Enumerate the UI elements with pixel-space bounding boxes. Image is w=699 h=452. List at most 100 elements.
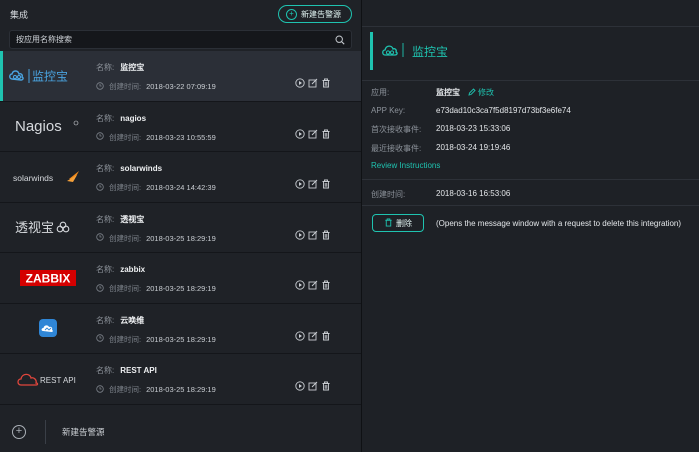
svg-text:solarwinds: solarwinds <box>13 173 53 183</box>
clock-icon <box>96 233 104 243</box>
footer-divider <box>45 419 46 444</box>
clock-icon <box>96 132 104 142</box>
app-key-value: e73dad10c3ca7f5d8197d73bf3e6fe74 <box>436 106 571 115</box>
edit-icon[interactable] <box>308 129 318 139</box>
list-item[interactable]: REST API 名称: REST API 创建时间: 2018-03-25 18… <box>0 354 361 405</box>
created-time-value: 2018-03-25 18:29:19 <box>146 385 216 394</box>
name-label: 名称: <box>96 164 115 173</box>
name-label: 名称: <box>96 63 115 72</box>
integration-list-panel: 集成 + 新建告警源 监控宝 <box>0 0 362 452</box>
row-actions <box>295 229 331 240</box>
brand-accent-bar <box>370 32 373 70</box>
created-label: 创建时间: <box>371 190 406 199</box>
created-time-label: 创建时间: <box>109 334 142 344</box>
nagios-logo: Nagios <box>0 102 96 152</box>
review-instructions-link[interactable]: Review Instructions <box>371 161 440 170</box>
first-event-row: 首次接收事件: 2018-03-23 15:33:06 <box>371 124 510 135</box>
rest-api-logo: REST API <box>0 354 96 404</box>
trash-icon[interactable] <box>321 280 331 290</box>
item-name: nagios <box>120 113 147 123</box>
jiankongbao-logo: 监控宝 <box>0 51 96 101</box>
created-row: 创建时间: 2018-03-16 16:53:06 <box>371 189 510 200</box>
integration-list: 监控宝 名称: 监控宝 创建时间: 2018-03-22 07:09:19 Na… <box>0 51 361 405</box>
edit-icon[interactable] <box>308 331 318 341</box>
edit-icon[interactable] <box>308 280 318 290</box>
svg-text:ZABBIX: ZABBIX <box>26 271 71 285</box>
brand-name: 监控宝 <box>412 44 449 59</box>
list-header: 集成 + 新建告警源 <box>0 0 361 28</box>
play-circle-icon[interactable] <box>295 280 305 290</box>
first-event-value: 2018-03-23 15:33:06 <box>436 124 511 133</box>
cloud-logo-icon <box>381 42 409 61</box>
item-name: 监控宝 <box>120 63 145 72</box>
trash-icon[interactable] <box>321 129 331 139</box>
solarwinds-logo: solarwinds <box>0 152 96 202</box>
integration-detail-panel: 监控宝 应用: 监控宝 修改 APP Key: e73dad10c3ca7f5d… <box>362 0 699 452</box>
search-icon[interactable] <box>335 34 345 45</box>
yunhuanwei-logo <box>0 304 96 354</box>
app-value: 监控宝 <box>436 88 460 97</box>
app-root: 集成 + 新建告警源 监控宝 <box>0 0 699 452</box>
created-time-label: 创建时间: <box>109 284 142 293</box>
search-input[interactable] <box>16 35 316 44</box>
edit-icon[interactable] <box>308 179 318 189</box>
last-event-row: 最近接收事件: 2018-03-24 19:19:46 <box>371 143 510 154</box>
new-alert-source-button[interactable]: + 新建告警源 <box>278 5 352 23</box>
play-circle-icon[interactable] <box>295 128 305 139</box>
svg-text:Nagios: Nagios <box>15 118 62 135</box>
created-time-label: 创建时间: <box>109 82 142 91</box>
app-label: 应用: <box>371 88 390 97</box>
delete-label: 删除 <box>396 218 412 228</box>
name-label: 名称: <box>96 214 115 224</box>
svg-text:REST API: REST API <box>40 376 76 385</box>
name-label: 名称: <box>96 113 115 123</box>
play-circle-icon[interactable] <box>295 330 305 341</box>
created-time-value: 2018-03-24 14:42:39 <box>146 183 216 192</box>
play-circle-icon[interactable] <box>295 229 305 240</box>
play-circle-icon[interactable] <box>295 78 305 88</box>
name-label: 名称: <box>96 265 115 274</box>
created-time-label: 创建时间: <box>109 385 142 394</box>
play-circle-icon[interactable] <box>295 179 305 189</box>
last-event-value: 2018-03-24 19:19:46 <box>436 143 511 152</box>
trash-icon[interactable] <box>321 78 331 88</box>
trash-icon[interactable] <box>321 381 331 391</box>
clock-icon <box>96 81 104 92</box>
play-circle-icon[interactable] <box>295 381 305 391</box>
created-time-value: 2018-03-22 07:09:19 <box>146 82 216 91</box>
plus-circle-icon: + <box>286 8 297 20</box>
row-actions <box>295 381 331 391</box>
edit-icon[interactable] <box>308 381 318 391</box>
clock-icon <box>96 384 104 395</box>
section-divider <box>362 80 699 81</box>
created-time-value: 2018-03-23 10:55:59 <box>146 132 216 142</box>
trash-icon[interactable] <box>321 179 331 189</box>
add-circle-icon[interactable]: + <box>12 424 26 439</box>
list-item[interactable]: Nagios 名称: nagios 创建时间: 2018-03-23 10:55:… <box>0 102 361 152</box>
list-item[interactable]: solarwinds 名称: solarwinds 创建时间: 2018-03-2… <box>0 152 361 203</box>
created-time-label: 创建时间: <box>109 132 142 142</box>
new-alert-source-link[interactable]: 新建告警源 <box>62 426 105 438</box>
row-actions <box>295 179 331 189</box>
clock-icon <box>96 283 104 294</box>
delete-button[interactable]: 删除 <box>372 214 424 232</box>
edit-label: 修改 <box>478 88 494 97</box>
list-item[interactable]: ZABBIX 名称: zabbix 创建时间: 2018-03-25 18:29:… <box>0 253 361 304</box>
edit-link[interactable]: 修改 <box>468 87 494 98</box>
list-item[interactable]: 监控宝 名称: 监控宝 创建时间: 2018-03-22 07:09:19 <box>0 51 361 102</box>
trash-icon[interactable] <box>321 230 331 240</box>
last-event-label: 最近接收事件: <box>371 144 422 153</box>
created-time-value: 2018-03-25 18:29:19 <box>146 233 216 243</box>
edit-icon[interactable] <box>308 78 318 88</box>
created-time-label: 创建时间: <box>109 183 142 192</box>
detail-brand: 监控宝 <box>370 32 448 70</box>
trash-icon[interactable] <box>321 331 331 341</box>
app-row: 应用: 监控宝 修改 <box>371 87 494 98</box>
list-item[interactable]: 名称: 云唤维 创建时间: 2018-03-25 18:29:19 <box>0 304 361 354</box>
item-name: zabbix <box>120 265 146 274</box>
edit-icon[interactable] <box>308 230 318 240</box>
list-item[interactable]: 透视宝 名称: 透视宝 创建时间: 2018-03-25 18:29:19 <box>0 203 361 253</box>
created-value: 2018-03-16 16:53:06 <box>436 189 511 198</box>
toushibao-logo: 透视宝 <box>0 203 96 253</box>
item-name: solarwinds <box>120 164 163 173</box>
